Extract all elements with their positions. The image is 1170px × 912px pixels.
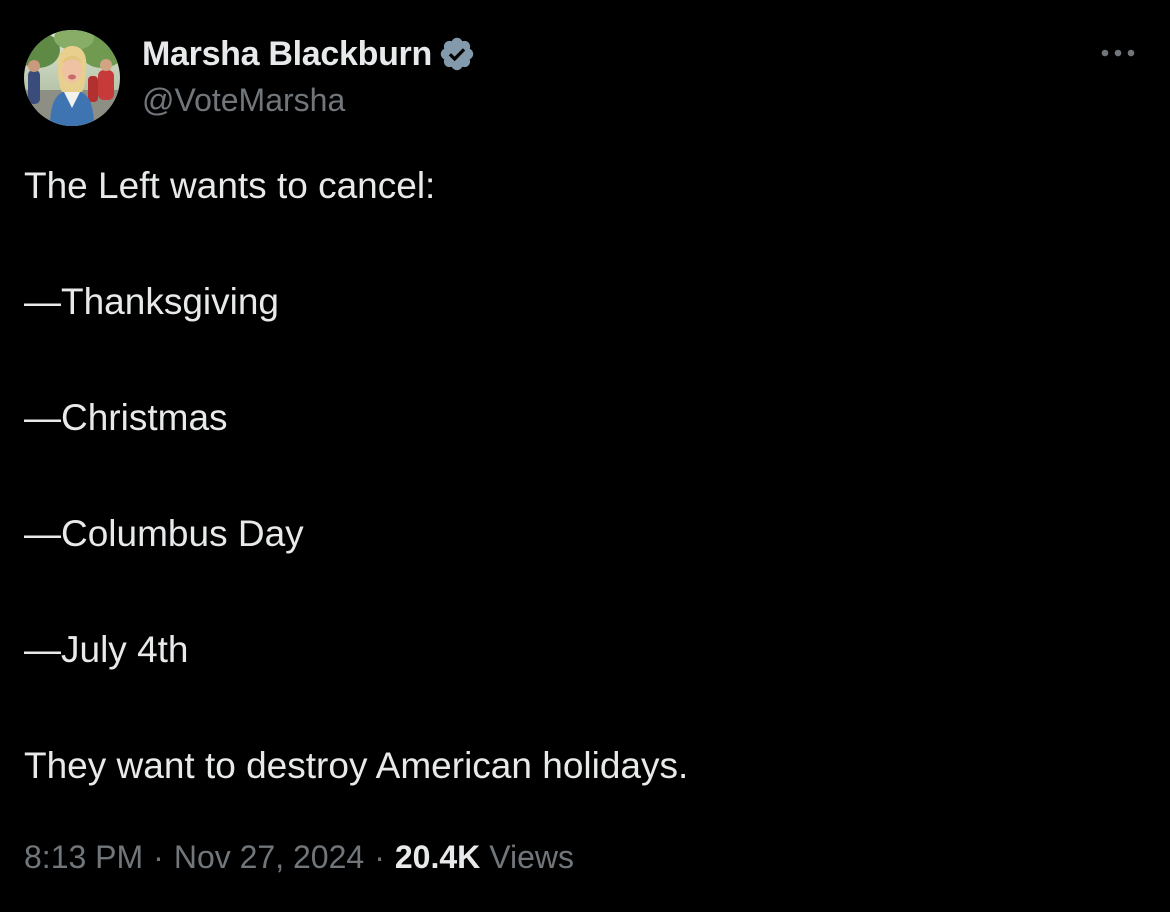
views-count: 20.4K: [394, 838, 481, 875]
more-options-icon[interactable]: [1098, 38, 1138, 68]
name-row: Marsha Blackburn: [142, 34, 476, 74]
avatar[interactable]: [24, 30, 120, 126]
tweet-line: —Thanksgiving: [24, 281, 280, 322]
meta-separator: ·: [153, 838, 164, 875]
tweet-header: Marsha Blackburn @VoteMarsha: [24, 28, 1146, 126]
display-name[interactable]: Marsha Blackburn: [142, 35, 432, 74]
avatar-image: [24, 30, 120, 126]
tweet-line: —Columbus Day: [24, 513, 304, 554]
tweet-date[interactable]: Nov 27, 2024: [174, 839, 364, 876]
tweet-time[interactable]: 8:13 PM: [24, 839, 143, 876]
tweet-line: —Christmas: [24, 397, 228, 438]
tweet-card: Marsha Blackburn @VoteMarsha The Left wa…: [0, 0, 1170, 912]
verified-badge-icon[interactable]: [438, 35, 476, 73]
tweet-line: They want to destroy American holidays.: [24, 745, 689, 786]
tweet-line: The Left wants to cancel:: [24, 165, 436, 206]
tweet-meta: 8:13 PM · Nov 27, 2024 · 20.4K Views: [24, 832, 574, 882]
meta-separator: ·: [374, 838, 385, 875]
tweet-line: —July 4th: [24, 629, 189, 670]
author-handle[interactable]: @VoteMarsha: [142, 82, 345, 119]
views-label: Views: [489, 838, 575, 875]
